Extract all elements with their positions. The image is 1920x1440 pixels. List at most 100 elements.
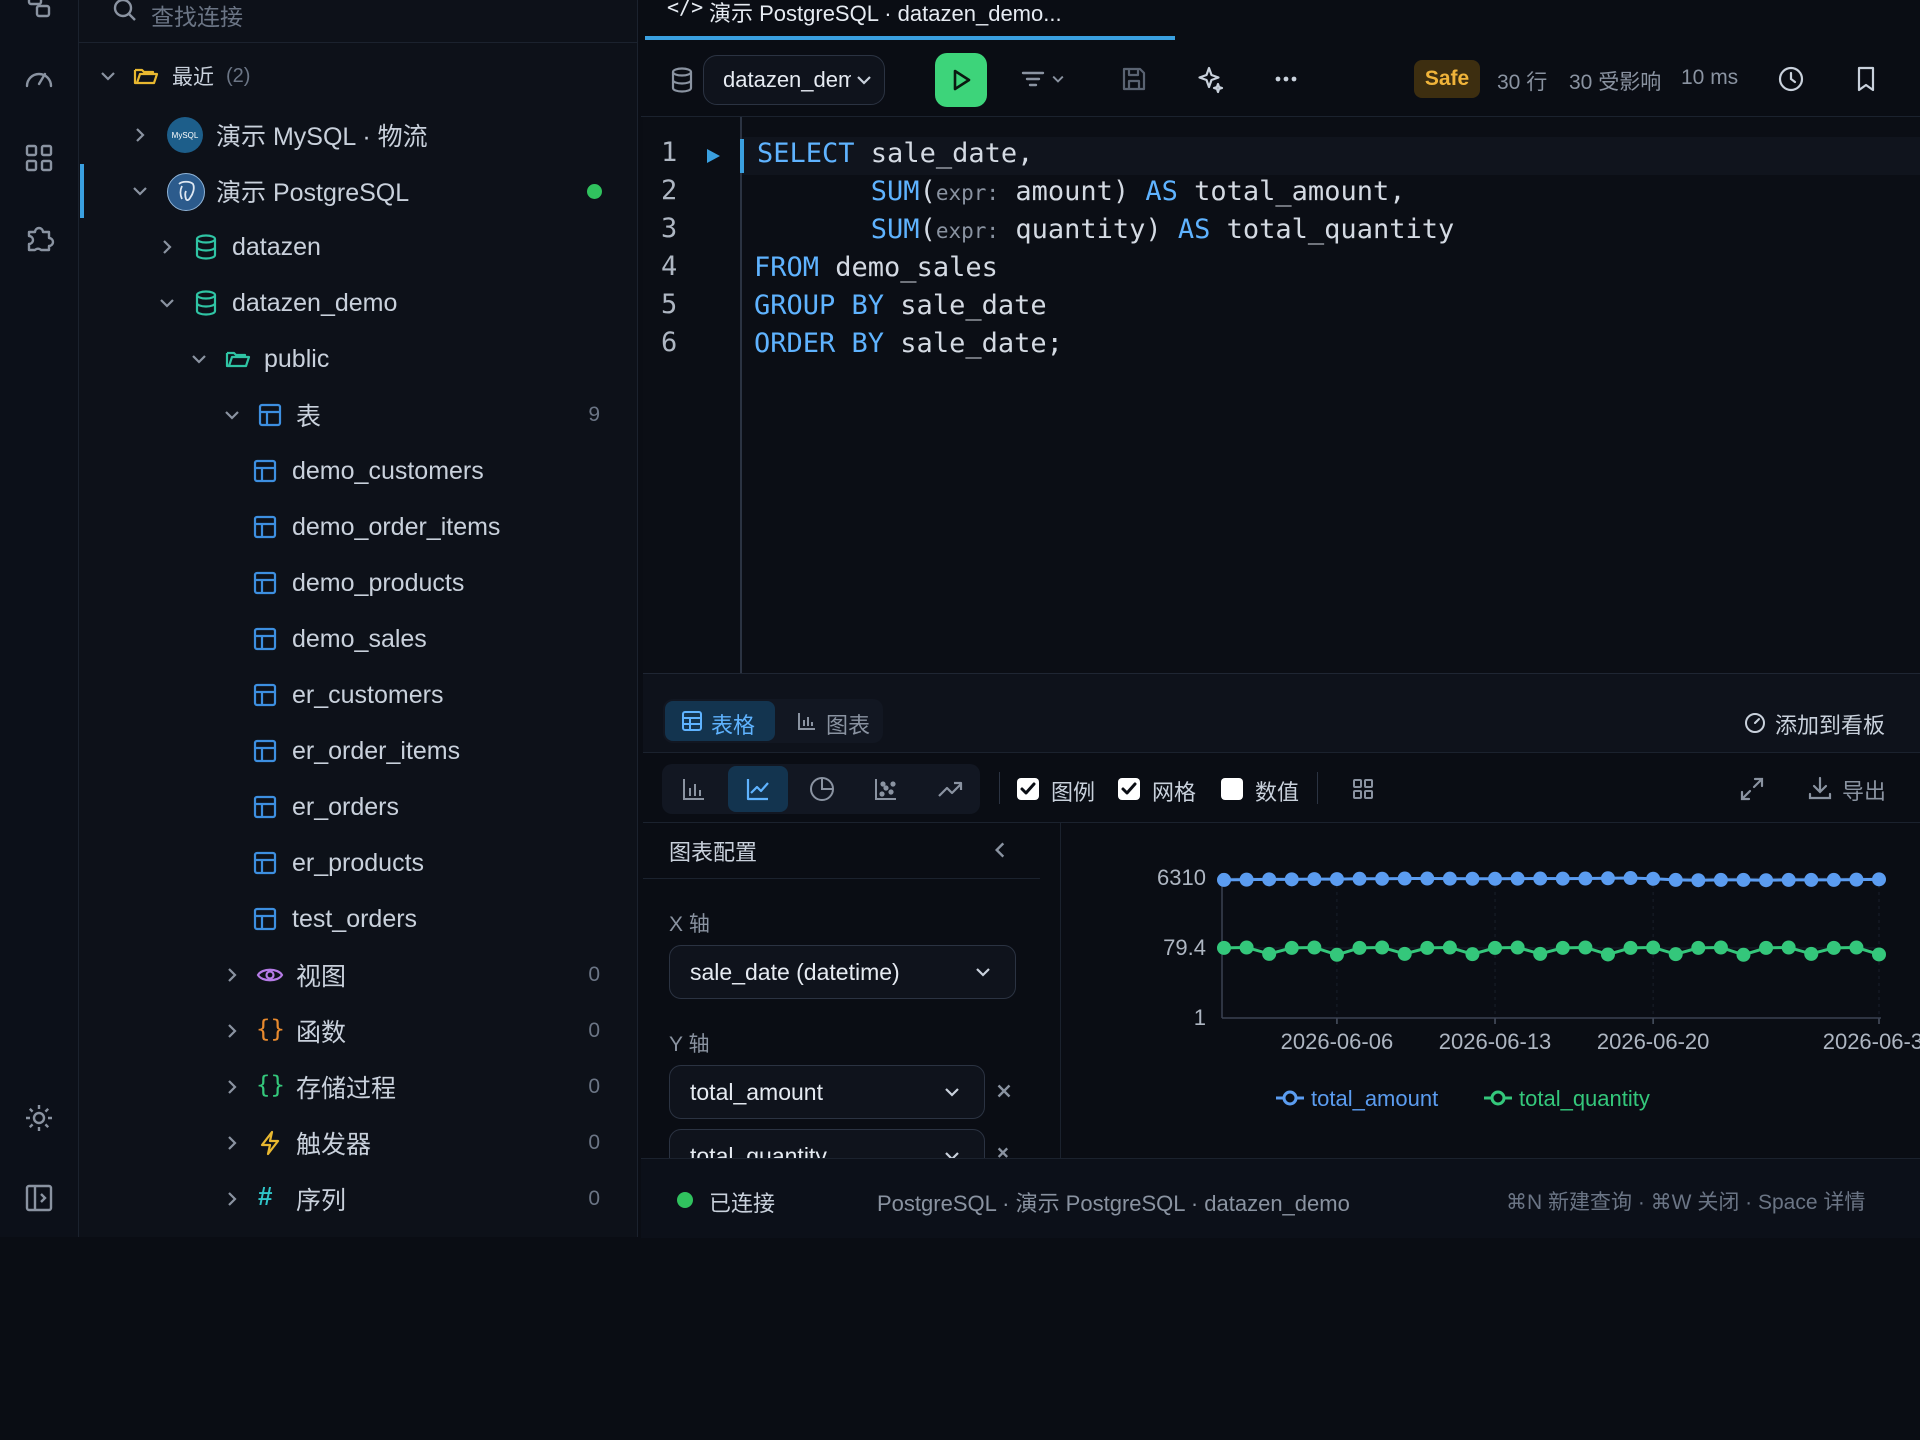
table-item[interactable]: test_orders bbox=[79, 891, 637, 947]
remove-y-axis-icon[interactable] bbox=[993, 1143, 1015, 1158]
data-point bbox=[1804, 946, 1819, 961]
table-item[interactable]: er_order_items bbox=[79, 723, 637, 779]
table-item[interactable]: demo_sales bbox=[79, 611, 637, 667]
tree-procedures-folder[interactable]: {} 存储过程 0 bbox=[79, 1059, 637, 1115]
export-button[interactable]: 导出 bbox=[1806, 772, 1906, 806]
format-filter-button[interactable] bbox=[1018, 64, 1072, 94]
views-label: 视图 bbox=[296, 963, 347, 991]
ai-sparkle-icon[interactable] bbox=[1195, 64, 1225, 94]
data-point bbox=[1872, 872, 1886, 887]
line-chart-button[interactable] bbox=[728, 766, 788, 812]
data-point bbox=[1262, 946, 1277, 961]
safe-mode-badge: Safe bbox=[1414, 60, 1480, 98]
chevron-down-icon bbox=[1052, 75, 1064, 83]
tree-sequences-folder[interactable]: # 序列 0 bbox=[79, 1171, 637, 1227]
lightning-icon bbox=[260, 1130, 280, 1156]
remove-y-axis-icon[interactable] bbox=[993, 1080, 1015, 1102]
tree-schema-public[interactable]: public bbox=[79, 331, 637, 387]
save-icon[interactable] bbox=[1119, 64, 1149, 94]
toggle-sidebar-icon[interactable] bbox=[21, 1180, 57, 1216]
y-axis-select-2[interactable]: total_quantity bbox=[669, 1129, 985, 1158]
db-datazen-demo-label: datazen_demo bbox=[232, 288, 398, 317]
tree-functions-folder[interactable]: {} 函数 0 bbox=[79, 1003, 637, 1059]
tree-triggers-folder[interactable]: 触发器 0 bbox=[79, 1115, 637, 1171]
chevron-down-icon bbox=[945, 1088, 959, 1097]
bookmark-icon[interactable] bbox=[1851, 64, 1881, 94]
check-icon bbox=[1121, 782, 1137, 795]
tab-table[interactable]: 表格 bbox=[665, 701, 775, 741]
grid-toggle[interactable]: 网格 bbox=[1118, 774, 1208, 805]
table-icon bbox=[253, 515, 277, 539]
grid-apps-icon[interactable] bbox=[21, 140, 57, 176]
values-toggle[interactable]: 数值 bbox=[1221, 774, 1311, 805]
table-item[interactable]: er_orders bbox=[79, 779, 637, 835]
run-button[interactable] bbox=[935, 53, 987, 107]
legend-toggle-label: 图例 bbox=[1051, 780, 1096, 805]
table-item[interactable]: er_customers bbox=[79, 667, 637, 723]
legend-toggle[interactable]: 图例 bbox=[1017, 774, 1107, 805]
chevron-left-icon[interactable] bbox=[989, 839, 1011, 861]
connection-mysql[interactable]: MySQL 演示 MySQL · 物流 bbox=[79, 107, 637, 163]
tree-db-datazen[interactable]: datazen bbox=[79, 219, 637, 275]
line-chart[interactable]: 6310 79.4 1 2026-06-06 2026-06-13 2026-06-20 2… bbox=[1061, 823, 1920, 1158]
table-item[interactable]: demo_order_items bbox=[79, 499, 637, 555]
chevron-down-icon bbox=[857, 76, 871, 85]
data-point bbox=[1352, 940, 1367, 955]
status-bar: 已连接 PostgreSQL · 演示 PostgreSQL · datazen… bbox=[641, 1158, 1920, 1238]
param-hint: expr: bbox=[935, 181, 1000, 205]
scatter-chart-icon[interactable] bbox=[871, 774, 901, 804]
history-clock-icon[interactable] bbox=[1776, 64, 1806, 94]
line-number: 6 bbox=[661, 327, 678, 358]
y-axis-select-1[interactable]: total_amount bbox=[669, 1065, 985, 1119]
grid-checkbox[interactable] bbox=[1118, 778, 1140, 800]
settings-gear-icon[interactable] bbox=[21, 1100, 57, 1136]
table-item[interactable]: demo_products bbox=[79, 555, 637, 611]
connections-icon[interactable] bbox=[21, 0, 57, 24]
check-icon bbox=[1020, 782, 1036, 795]
expand-icon[interactable] bbox=[1737, 774, 1767, 804]
views-count: 0 bbox=[588, 963, 600, 986]
tree-tables-folder[interactable]: 表 9 bbox=[79, 387, 637, 443]
chevron-down-icon bbox=[976, 968, 990, 977]
result-header: 表格 图表 添加到看板 bbox=[643, 674, 1920, 753]
line-number: 3 bbox=[661, 213, 678, 244]
layout-grid-icon[interactable] bbox=[1348, 774, 1378, 804]
table-icon bbox=[253, 459, 277, 483]
data-point bbox=[1239, 872, 1254, 887]
tree-db-datazen-demo[interactable]: datazen_demo bbox=[79, 275, 637, 331]
data-point bbox=[1804, 872, 1819, 887]
x-axis-select[interactable]: sale_date (datetime) bbox=[669, 945, 1016, 999]
data-point bbox=[1623, 940, 1638, 955]
connection-postgresql[interactable]: 演示 PostgreSQL bbox=[79, 163, 637, 219]
table-item[interactable]: er_products bbox=[79, 835, 637, 891]
legend-checkbox[interactable] bbox=[1017, 778, 1039, 800]
sql-editor[interactable]: 1 2 3 4 5 6 SELECT sale_date, SUM(expr: … bbox=[643, 117, 1920, 674]
add-to-dashboard-button[interactable]: 添加到看板 bbox=[1743, 701, 1903, 741]
database-select[interactable]: datazen_demo bbox=[703, 55, 885, 105]
legend-label: total_quantity bbox=[1519, 1086, 1650, 1111]
param-hint: expr: bbox=[935, 219, 1000, 243]
trend-chart-icon[interactable] bbox=[935, 774, 965, 804]
bar-chart-icon[interactable] bbox=[679, 774, 709, 804]
connection-search[interactable]: 查找连接 bbox=[79, 0, 637, 43]
run-line-arrow-icon[interactable] bbox=[703, 146, 723, 166]
cursor-line-marker bbox=[740, 139, 744, 173]
triggers-count: 0 bbox=[588, 1131, 600, 1154]
data-point bbox=[1872, 947, 1886, 962]
table-item[interactable]: demo_customers bbox=[79, 443, 637, 499]
data-point bbox=[1217, 940, 1231, 955]
x-axis-label: X 轴 bbox=[669, 913, 710, 936]
pie-chart-icon[interactable] bbox=[807, 774, 837, 804]
tree-views-folder[interactable]: 视图 0 bbox=[79, 947, 637, 1003]
query-tab[interactable]: </> 演示 PostgreSQL · datazen_demo... bbox=[645, 0, 1175, 40]
data-point bbox=[1510, 940, 1525, 955]
dashboard-gauge-icon[interactable] bbox=[21, 60, 57, 96]
plugins-puzzle-icon[interactable] bbox=[21, 220, 57, 256]
data-point bbox=[1442, 871, 1457, 886]
more-options-icon[interactable] bbox=[1271, 64, 1301, 94]
values-checkbox[interactable] bbox=[1221, 778, 1243, 800]
tree-recent[interactable]: 最近 (2) bbox=[79, 48, 637, 104]
search-input[interactable]: 查找连接 bbox=[151, 0, 243, 32]
data-point bbox=[1781, 940, 1796, 955]
tab-chart[interactable]: 图表 bbox=[783, 701, 883, 741]
